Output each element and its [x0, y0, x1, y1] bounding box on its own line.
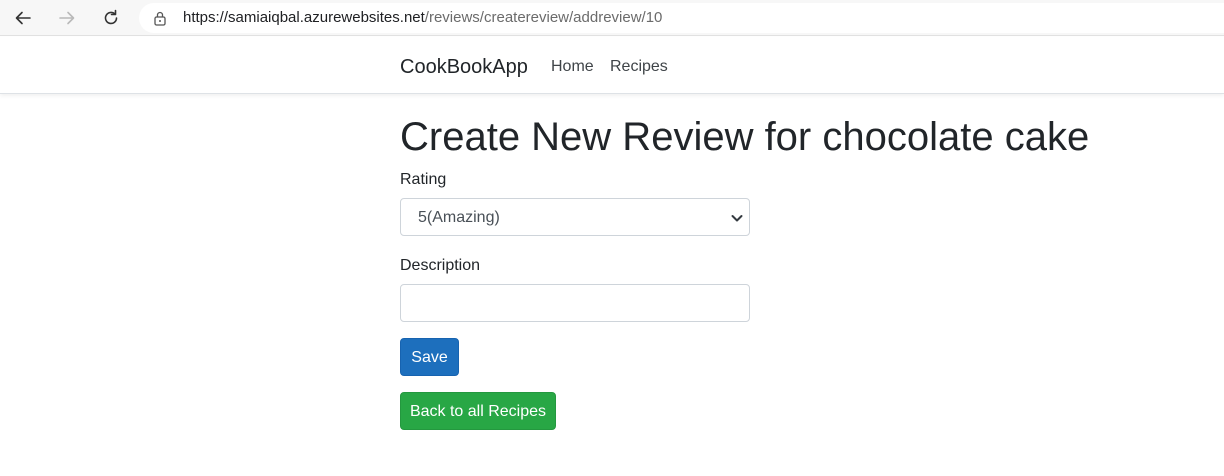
reload-icon [104, 9, 118, 25]
lock-icon [154, 11, 166, 26]
browser-toolbar: https://samiaiqbal.azurewebsites.net/rev… [0, 0, 1224, 36]
arrow-left-icon [15, 11, 31, 25]
back-to-recipes-button[interactable]: Back to all Recipes [400, 392, 556, 430]
url-path: /reviews/createreview/addreview/10 [424, 9, 663, 26]
url-text[interactable]: https://samiaiqbal.azurewebsites.net/rev… [183, 9, 662, 27]
address-bar[interactable]: https://samiaiqbal.azurewebsites.net/rev… [139, 3, 1224, 33]
back-button[interactable] [8, 3, 38, 33]
rating-selected-value: 5(Amazing) [418, 209, 500, 226]
rating-select[interactable]: 5(Amazing) [400, 198, 750, 236]
rating-label: Rating [400, 171, 447, 188]
chevron-down-icon [731, 215, 743, 222]
site-navbar: CookBookApp Home Recipes [0, 37, 1224, 94]
page-title: Create New Review for chocolate cake [400, 115, 1090, 159]
reload-button[interactable] [96, 3, 126, 33]
nav-link-recipes[interactable]: Recipes [610, 57, 668, 76]
description-input[interactable] [400, 284, 750, 322]
forward-button[interactable] [52, 3, 82, 33]
nav-link-home[interactable]: Home [551, 57, 594, 76]
arrow-right-icon [59, 11, 75, 25]
description-label: Description [400, 257, 481, 274]
save-button[interactable]: Save [400, 338, 459, 376]
url-host: https://samiaiqbal.azurewebsites.net [183, 9, 425, 26]
brand-link[interactable]: CookBookApp [400, 55, 528, 79]
